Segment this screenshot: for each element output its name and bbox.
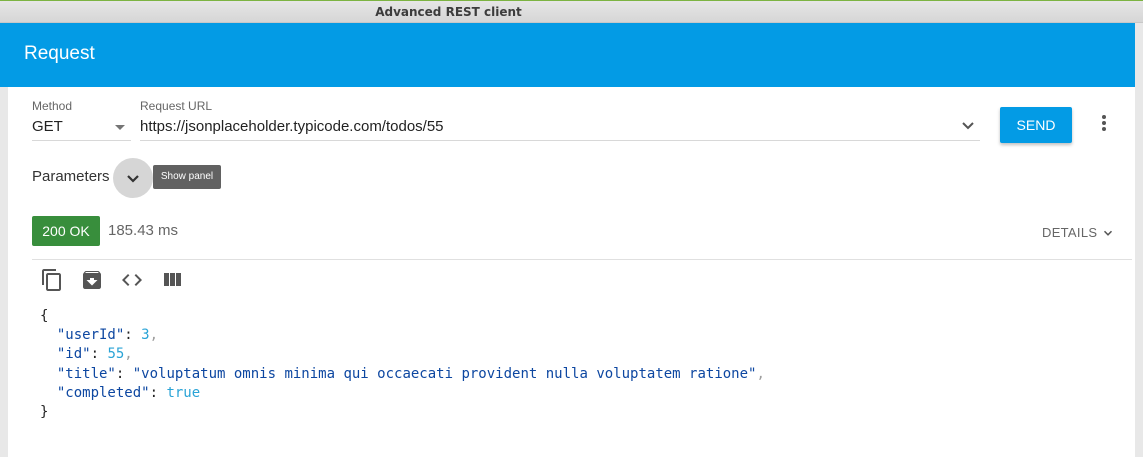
- page-title: Request: [24, 43, 95, 64]
- method-dropdown-icon[interactable]: [115, 125, 125, 130]
- response-time: 185.43 ms: [108, 222, 179, 239]
- chevron-down-icon: [127, 175, 139, 183]
- copy-icon[interactable]: [40, 268, 64, 292]
- details-label: DETAILS: [1042, 225, 1098, 240]
- window-title: Advanced REST client: [375, 5, 522, 19]
- json-open-brace: {: [40, 308, 49, 324]
- details-toggle[interactable]: DETAILS: [1042, 223, 1115, 240]
- method-underline: [32, 140, 131, 141]
- url-input[interactable]: https://jsonplaceholder.typicode.com/tod…: [140, 118, 444, 135]
- json-line: "userId": 3,: [56, 327, 159, 344]
- left-gutter: [0, 87, 8, 457]
- app-header: Request: [0, 23, 1143, 87]
- method-select[interactable]: GET: [32, 118, 63, 135]
- json-line: "id": 55,: [56, 346, 133, 363]
- archive-download-icon[interactable]: [80, 268, 104, 292]
- details-chevron-icon: [1104, 230, 1113, 236]
- method-label: Method: [32, 99, 73, 113]
- columns-icon[interactable]: [160, 268, 184, 292]
- json-line: "title": "voluptatum omnis minima qui oc…: [56, 365, 765, 382]
- status-badge: 200 OK: [32, 216, 100, 246]
- window-titlebar: Advanced REST client: [0, 0, 1143, 23]
- url-history-chevron-icon[interactable]: [956, 114, 980, 138]
- send-button[interactable]: SEND: [1000, 107, 1072, 143]
- json-line: "completed": true: [56, 384, 201, 401]
- url-label: Request URL: [140, 99, 213, 113]
- response-divider: [32, 259, 1132, 260]
- json-close-brace: }: [40, 404, 49, 421]
- response-body: { "userId": 3, "id": 55, "title": "volup…: [40, 307, 765, 422]
- parameters-toggle-button[interactable]: [113, 158, 153, 198]
- more-options-icon[interactable]: [1096, 114, 1112, 134]
- url-underline: [140, 140, 980, 141]
- vertical-scrollbar[interactable]: [1135, 23, 1143, 457]
- code-icon[interactable]: [120, 268, 144, 292]
- show-panel-tooltip: Show panel: [153, 165, 221, 189]
- parameters-label: Parameters: [32, 168, 110, 185]
